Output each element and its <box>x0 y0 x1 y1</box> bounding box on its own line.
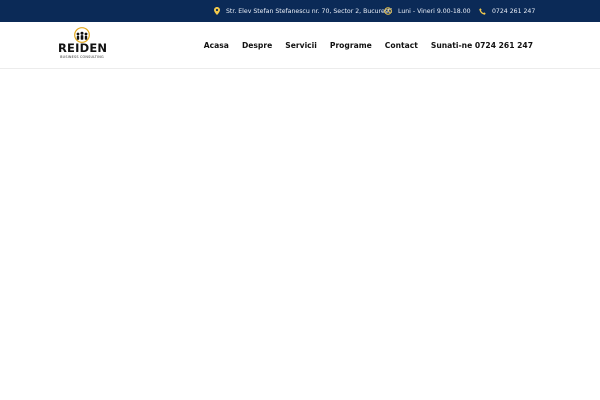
nav-item-call[interactable]: Sunati-ne 0724 261 247 <box>431 41 533 50</box>
top-info-bar: Str. Elev Stefan Stefanescu nr. 70, Sect… <box>0 0 600 22</box>
logo-brand-text: REIDEN <box>58 41 108 55</box>
nav-item-servicii[interactable]: Servicii <box>285 41 317 50</box>
nav-item-programe[interactable]: Programe <box>330 41 372 50</box>
address-info: Str. Elev Stefan Stefanescu nr. 70, Sect… <box>214 0 392 22</box>
nav-item-contact[interactable]: Contact <box>385 41 418 50</box>
phone-text[interactable]: 0724 261 247 <box>492 8 535 15</box>
logo[interactable]: REIDEN BUSINESS CONSULTING <box>58 27 108 65</box>
hours-info: Luni - Vineri 9.00-18.00 <box>384 0 471 22</box>
clock-icon <box>384 7 392 15</box>
address-text: Str. Elev Stefan Stefanescu nr. 70, Sect… <box>226 7 393 15</box>
location-pin-icon <box>214 7 220 15</box>
main-navigation: Acasa Despre Servicii Programe Contact S… <box>204 22 533 69</box>
phone-icon <box>479 7 486 15</box>
phone-info[interactable]: 0724 261 247 <box>479 0 535 22</box>
logo-tagline: BUSINESS CONSULTING <box>60 55 104 59</box>
nav-item-acasa[interactable]: Acasa <box>204 41 229 50</box>
nav-item-despre[interactable]: Despre <box>242 41 272 50</box>
hours-text: Luni - Vineri 9.00-18.00 <box>398 7 471 15</box>
page-content-area <box>0 70 600 400</box>
site-header: REIDEN BUSINESS CONSULTING Acasa Despre … <box>0 22 600 69</box>
